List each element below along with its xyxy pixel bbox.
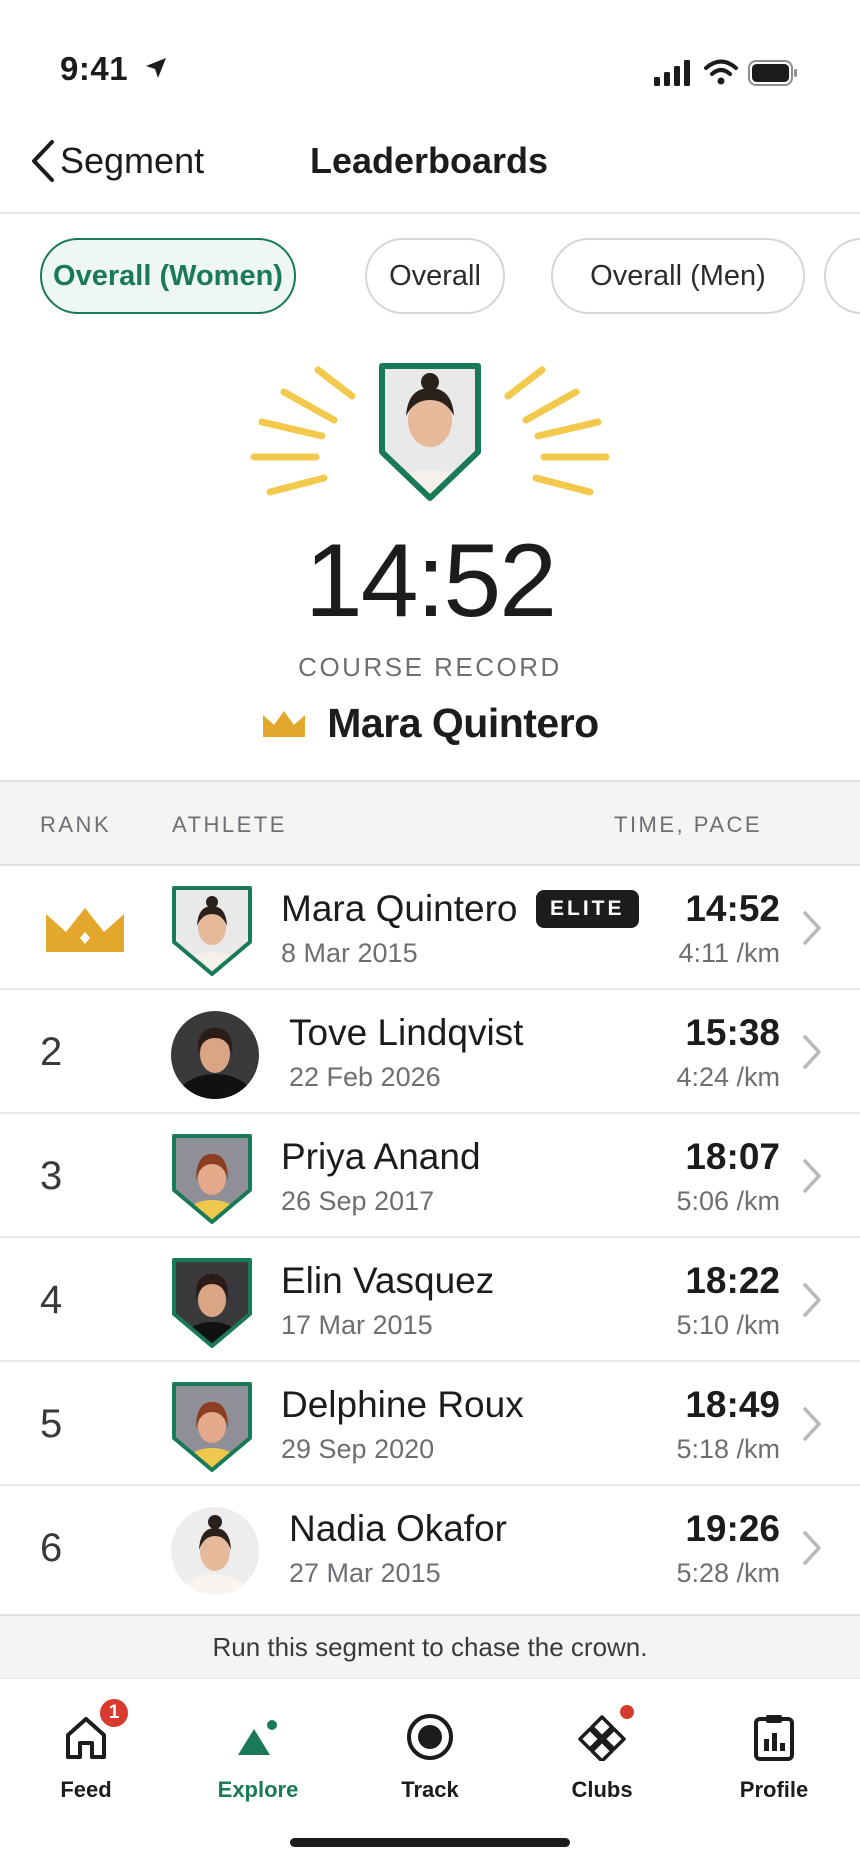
athlete-name: Delphine Roux	[281, 1384, 524, 1425]
athlete-name: Nadia Okafor	[289, 1508, 507, 1549]
effort-pace: 5:10 /km	[676, 1310, 780, 1340]
tab-profile-label: Profile	[739, 1777, 809, 1802]
rank-number: 3	[40, 1154, 63, 1198]
athlete-name: Priya Anand	[281, 1136, 481, 1177]
status-time: 9:41	[60, 50, 129, 87]
profile-clipboard-icon	[754, 1715, 794, 1761]
chevron-right-icon	[803, 1035, 821, 1069]
chevron-right-icon	[803, 911, 821, 945]
page-title: Leaderboards	[309, 140, 549, 181]
leaderboard-row[interactable]: Mara Quintero ELITE 8 Mar 2015 14:52 4:1…	[0, 866, 860, 990]
tab-track-label: Track	[401, 1777, 459, 1802]
rank-number: 5	[40, 1402, 63, 1446]
tab-feed[interactable]: 1 Feed	[16, 1697, 156, 1803]
chip-more[interactable]	[824, 238, 860, 314]
chevron-right-icon	[803, 1283, 821, 1317]
effort-pace: 5:28 /km	[676, 1558, 780, 1588]
record-label: COURSE RECORD	[298, 652, 562, 682]
effort-time: 19:26	[685, 1508, 780, 1549]
athlete-name: Elin Vasquez	[281, 1260, 495, 1301]
record-holder-name: Mara Quintero	[327, 700, 599, 746]
crown-rank-icon	[46, 908, 124, 952]
tab-clubs-label: Clubs	[571, 1777, 633, 1802]
leaderboard-row[interactable]: 5 Delphine Roux 29 Sep 2020 18:49 5:18 /…	[0, 1362, 860, 1486]
location-arrow-icon	[146, 58, 166, 78]
effort-date: 17 Mar 2015	[281, 1310, 433, 1340]
navigation-header: Segment Leaderboards	[0, 110, 860, 214]
effort-date: 29 Sep 2020	[281, 1434, 435, 1464]
athlete-name: Mara Quintero	[281, 888, 518, 929]
tab-explore-label: Explore	[217, 1777, 299, 1802]
rank-number: 6	[40, 1526, 63, 1570]
cellular-signal-icon	[654, 60, 690, 86]
effort-date: 8 Mar 2015	[281, 938, 418, 968]
effort-pace: 4:24 /km	[676, 1062, 780, 1092]
rank-number: 2	[40, 1030, 63, 1074]
effort-time: 18:07	[685, 1136, 780, 1177]
effort-date: 27 Mar 2015	[289, 1558, 441, 1588]
chip-overall-women[interactable]: Overall (Women)	[40, 238, 296, 314]
effort-pace: 4:11 /km	[678, 938, 780, 968]
athlete-name: Tove Lindqvist	[289, 1012, 524, 1053]
effort-pace: 5:06 /km	[676, 1186, 780, 1216]
record-holder: Mara Quintero	[0, 700, 860, 747]
tab-bar: 1 Feed Explore Track Clubs Profile	[0, 1678, 860, 1864]
status-bar: 9:41	[0, 0, 860, 110]
leaderboard-row[interactable]: 6 Nadia Okafor 27 Mar 2015 19:26 5:28 /k…	[0, 1486, 860, 1610]
effort-date: 26 Sep 2017	[281, 1186, 435, 1216]
clubs-icon	[578, 1715, 626, 1761]
chip-overall[interactable]: Overall	[365, 238, 505, 314]
mountain-icon	[238, 1720, 277, 1755]
wifi-icon	[704, 59, 738, 85]
effort-time: 14:52	[685, 888, 780, 929]
leaderboard-row[interactable]: 2 Tove Lindqvist 22 Feb 2026 15:38 4:24 …	[0, 990, 860, 1114]
athlete-avatar	[172, 1134, 252, 1224]
chevron-right-icon	[803, 1531, 821, 1565]
effort-date: 22 Feb 2026	[289, 1062, 441, 1092]
record-holder-avatar	[250, 363, 610, 501]
chip-overall-men[interactable]: Overall (Men)	[551, 238, 805, 314]
athlete-avatar	[171, 1507, 259, 1595]
athlete-avatar	[171, 1011, 259, 1099]
home-indicator	[290, 1838, 570, 1847]
filter-chips: Overall (Women) Overall Overall (Men)	[40, 238, 860, 316]
leaderboard-header: RANK ATHLETE TIME, PACE	[0, 780, 860, 866]
header-time-pace: TIME, PACE	[614, 812, 763, 837]
tab-clubs[interactable]: Clubs	[532, 1703, 672, 1803]
notification-badge: 1	[98, 1697, 130, 1729]
course-record-hero: 14:52 COURSE RECORD Mara Quintero	[0, 350, 860, 780]
elite-badge: ELITE	[536, 890, 639, 928]
tab-feed-label: Feed	[60, 1777, 112, 1802]
crown-icon	[263, 710, 306, 737]
athlete-avatar	[172, 886, 252, 976]
chevron-right-icon	[803, 1407, 821, 1441]
leaderboard-row[interactable]: 4 Elin Vasquez 17 Mar 2015 18:22 5:10 /k…	[0, 1238, 860, 1362]
chevron-right-icon	[803, 1159, 821, 1193]
athlete-avatar	[172, 1258, 252, 1348]
tab-explore[interactable]: Explore	[188, 1705, 328, 1803]
effort-time: 15:38	[685, 1012, 780, 1053]
record-icon	[407, 1714, 453, 1760]
unread-dot	[618, 1703, 636, 1721]
tab-profile[interactable]: Profile	[704, 1705, 844, 1803]
footer-note: Run this segment to chase the crown.	[0, 1614, 860, 1678]
leaderboard-row[interactable]: 3 Priya Anand 26 Sep 2017 18:07 5:06 /km	[0, 1114, 860, 1238]
effort-time: 18:22	[685, 1260, 780, 1301]
effort-pace: 5:18 /km	[676, 1434, 780, 1464]
header-athlete: ATHLETE	[172, 812, 287, 837]
effort-time: 18:49	[685, 1384, 780, 1425]
battery-icon	[748, 60, 797, 86]
header-rank: RANK	[40, 812, 112, 837]
rank-number: 4	[40, 1278, 63, 1322]
record-time: 14:52	[304, 523, 557, 639]
athlete-avatar	[172, 1382, 252, 1472]
tab-track[interactable]: Track	[360, 1705, 500, 1803]
